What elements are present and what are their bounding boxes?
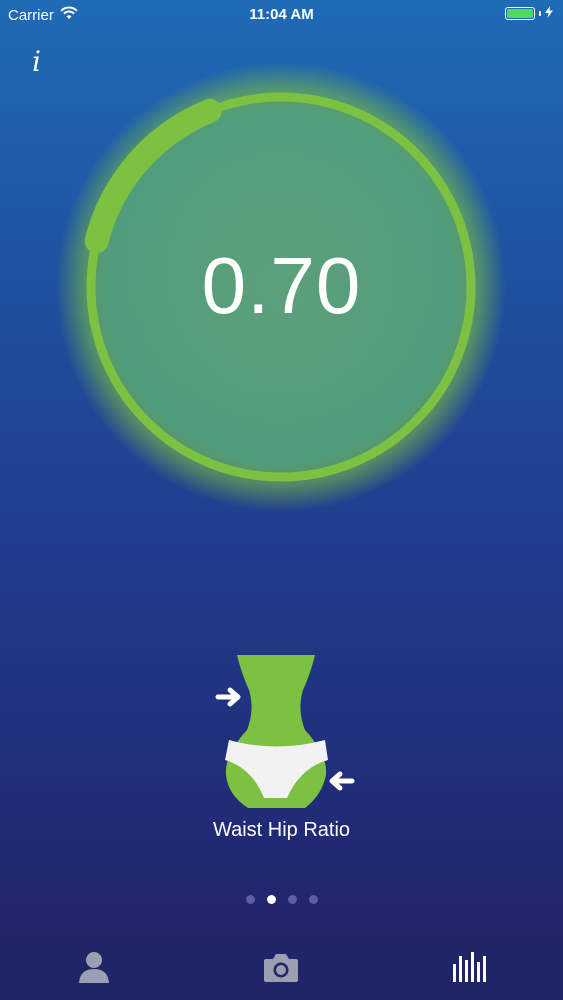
charging-icon: [545, 5, 553, 22]
ratio-gauge: 0.70: [0, 60, 563, 520]
status-bar: Carrier 11:04 AM: [0, 0, 563, 30]
tab-statistics[interactable]: [439, 942, 499, 992]
status-time: 11:04 AM: [249, 6, 314, 23]
ratio-value: 0.70: [201, 241, 362, 330]
person-icon: [78, 952, 109, 983]
waist-hip-label: Waist Hip Ratio: [212, 819, 351, 841]
page-dot[interactable]: [287, 895, 297, 904]
body-shape-icon: [215, 655, 355, 808]
page-dot[interactable]: [245, 895, 255, 904]
page-dot-active[interactable]: [266, 895, 276, 904]
page-dot[interactable]: [308, 895, 318, 904]
tab-profile[interactable]: [64, 942, 124, 992]
bar-chart-icon: [453, 952, 487, 982]
camera-icon: [264, 954, 299, 982]
battery-indicator: [505, 5, 553, 22]
tab-bar: [0, 934, 563, 1000]
tab-camera[interactable]: [251, 942, 311, 992]
waist-hip-illustration: [200, 650, 370, 810]
battery-icon: [505, 7, 535, 20]
page-indicator[interactable]: [0, 895, 563, 904]
